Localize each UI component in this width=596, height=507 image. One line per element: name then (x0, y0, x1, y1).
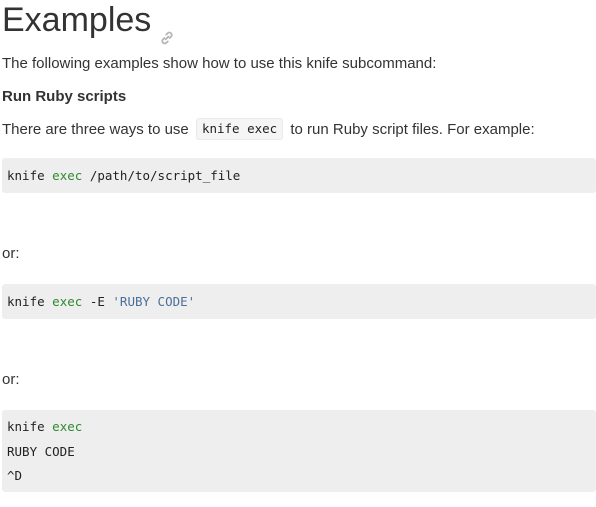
code-keyword: exec (52, 419, 83, 434)
code-line: RUBY CODE (7, 444, 75, 459)
ways-paragraph: There are three ways to use knife exec t… (2, 118, 535, 141)
link-icon[interactable] (159, 16, 175, 45)
code-block-stdin: knife exec RUBY CODE ^D (2, 410, 596, 492)
code-block-inline-ruby: knife exec -E 'RUBY CODE' (2, 284, 596, 319)
code-line: knife exec (7, 418, 82, 436)
ways-text-before: There are three ways to use (2, 121, 189, 138)
code-command: knife (7, 294, 45, 309)
ways-text-after: to run Ruby script files. For example: (290, 121, 535, 138)
inline-code: knife exec (195, 118, 284, 140)
code-line: ^D (7, 468, 23, 483)
subsection-heading: Run Ruby scripts (2, 88, 127, 105)
code-line: knife exec /path/to/script_file (7, 167, 240, 185)
separator-text: or: (2, 245, 20, 262)
code-line: knife exec -E 'RUBY CODE' (7, 293, 195, 311)
code-command: knife (7, 168, 45, 183)
code-argument: /path/to/script_file (89, 168, 241, 183)
code-keyword: exec (52, 168, 83, 183)
document-section: Examples The following examples show how… (0, 0, 596, 507)
code-flag: -E (89, 294, 105, 309)
code-block-script-file: knife exec /path/to/script_file (2, 158, 596, 193)
code-command: knife (7, 419, 45, 434)
section-heading-text: Examples (2, 0, 152, 39)
intro-paragraph: The following examples show how to use t… (2, 55, 437, 72)
separator-text: or: (2, 371, 20, 388)
section-heading: Examples (2, 0, 175, 45)
code-keyword: exec (52, 294, 83, 309)
code-string: 'RUBY CODE' (112, 294, 196, 309)
